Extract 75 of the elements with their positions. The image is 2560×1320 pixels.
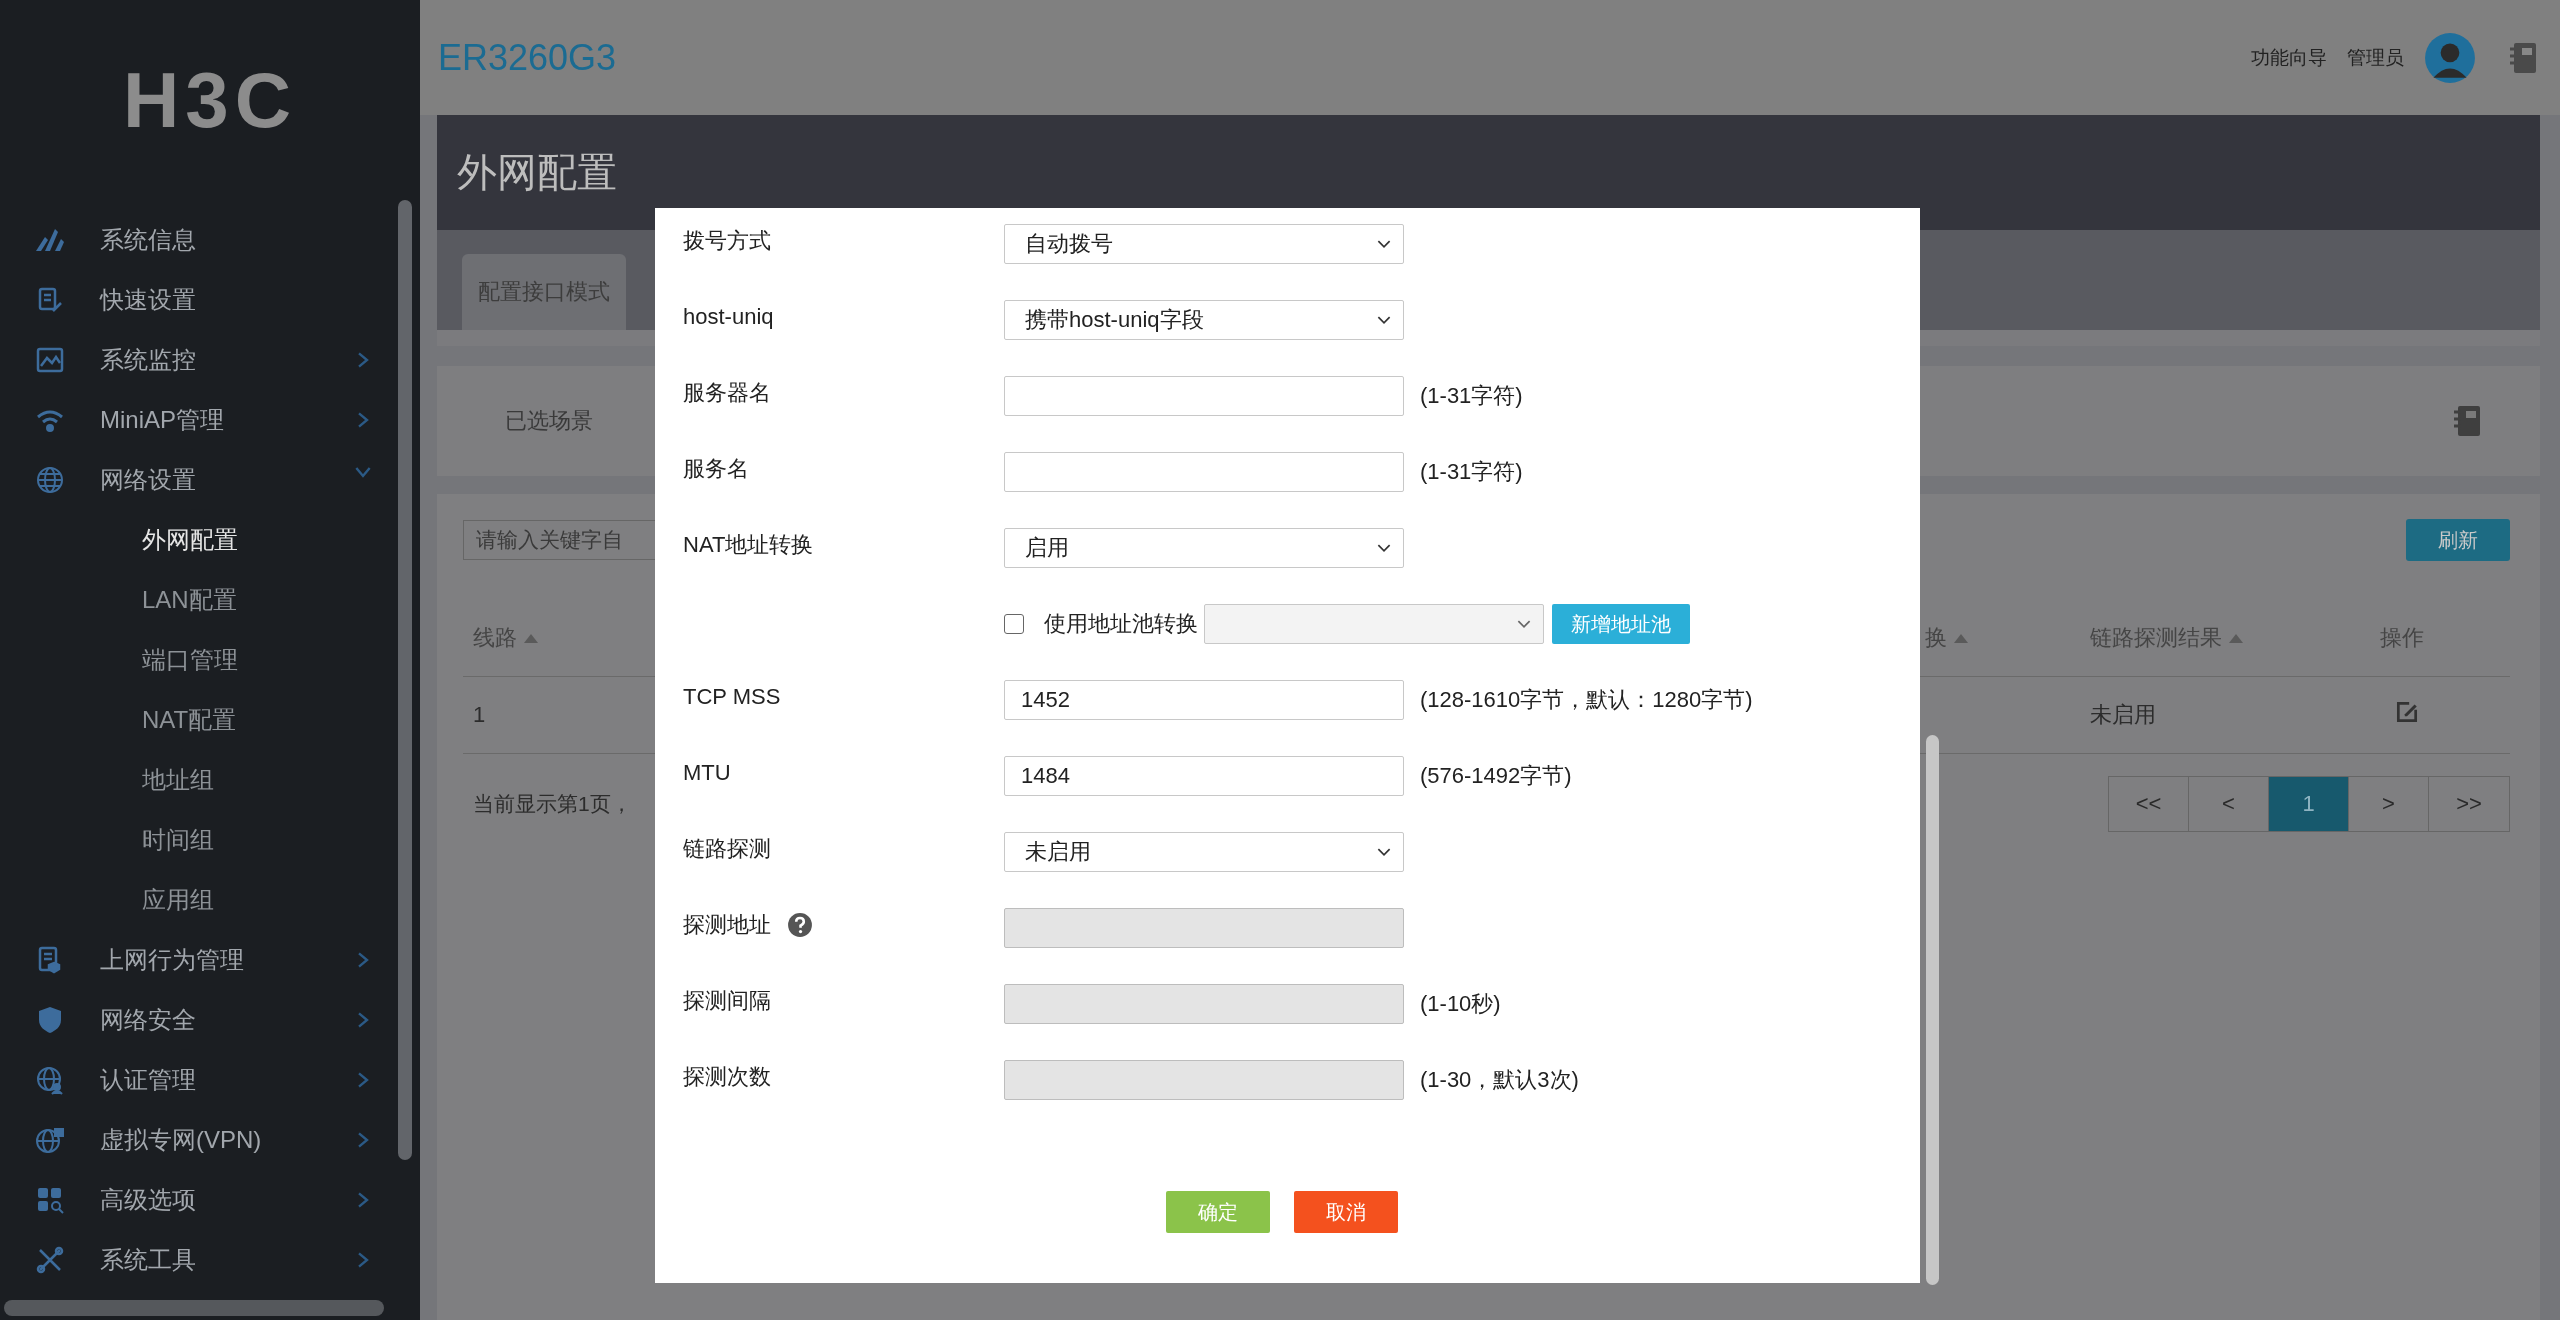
caret-icon [1517,619,1531,629]
menu-item[interactable]: 系统监控 [0,330,390,390]
input-field[interactable] [1004,376,1404,416]
product-title: ER3260G3 [438,36,617,79]
dropdown[interactable]: 自动拨号 [1004,224,1404,264]
field-label: 探测间隔 [683,987,771,1015]
cancel-button[interactable]: 取消 [1293,1191,1398,1233]
menu-item[interactable]: 系统工具 [0,1230,390,1290]
menu-item[interactable]: 快速设置 [0,270,390,330]
page-info: 当前显示第1页， [473,791,632,817]
notebook-icon[interactable] [2508,40,2538,75]
scrollbar[interactable] [398,200,412,1160]
scrollbar[interactable] [1926,735,1939,1285]
globe-icon [35,465,65,495]
caret-icon [1377,543,1391,553]
field-label: TCP MSS [683,684,781,710]
menu-item[interactable]: 高级选项 [0,1170,390,1230]
menu-item[interactable]: 网络安全 [0,990,390,1050]
input-field[interactable]: 1484 [1004,756,1404,796]
field-hint: (576-1492字节) [1420,762,1573,790]
submenu-item[interactable]: 应用组 [0,870,390,930]
submenu-item[interactable]: 端口管理 [0,630,390,690]
field-label: 拨号方式 [683,227,771,255]
field-label: host-uniq [683,304,774,330]
scrollbar[interactable] [4,1300,384,1316]
globelock-icon [35,1125,65,1155]
monitor-icon [35,345,65,375]
menu-item[interactable]: 虚拟专网(VPN) [0,1110,390,1170]
field-hint: (1-10秒) [1420,990,1502,1018]
menu-item[interactable]: 系统信息 [0,210,390,270]
refresh-button[interactable]: 刷新 [2406,519,2510,561]
tools-icon [35,1245,65,1275]
menu-item[interactable]: MiniAP管理 [0,390,390,450]
input-field[interactable]: 1452 [1004,680,1404,720]
caret-icon [1377,315,1391,325]
submenu-item[interactable]: 时间组 [0,810,390,870]
sort-icon[interactable] [2228,632,2244,644]
field-hint: (128-1610字节，默认：1280字节) [1420,686,1754,714]
menu-item[interactable]: 认证管理 [0,1050,390,1110]
submenu-item[interactable]: 外网配置 [0,510,390,570]
scene-label: 已选场景 [505,407,593,435]
menu-item[interactable]: 上网行为管理 [0,930,390,990]
submenu-item[interactable]: NAT配置 [0,690,390,750]
globeuser-icon [35,1065,65,1095]
field-hint: (1-31字符) [1420,458,1524,486]
caret-icon [1377,239,1391,249]
field-label: MTU [683,760,731,786]
dropdown[interactable]: 携带host-uniq字段 [1004,300,1404,340]
caret-icon [1377,847,1391,857]
submenu-item[interactable]: 地址组 [0,750,390,810]
edit-icon[interactable] [2394,699,2420,725]
field-label: 服务名 [683,455,749,483]
field-label: 探测地址 [683,911,771,939]
field-label: 探测次数 [683,1063,771,1091]
menu-item[interactable]: 网络设置 [0,450,390,510]
field-label: 服务器名 [683,379,771,407]
field-hint: (1-30，默认3次) [1420,1066,1580,1094]
input-field[interactable] [1004,452,1404,492]
page-button[interactable]: 1 [2269,777,2349,831]
submenu-item[interactable]: LAN配置 [0,570,390,630]
header-link[interactable]: 管理员 [2347,44,2404,71]
table-cell: 未启用 [2090,702,2156,727]
table-cell: 1 [473,702,486,727]
logo: H3C [121,54,298,146]
header-link[interactable]: 功能向导 [2251,44,2327,71]
avatar[interactable] [2424,31,2476,84]
sort-icon[interactable] [1953,632,1969,644]
field-hint: (1-31字符) [1420,382,1524,410]
dropdown[interactable]: 未启用 [1004,832,1404,872]
notebook-icon[interactable] [2452,404,2482,438]
field-label: 链路探测 [683,835,771,863]
gridsearch-icon [35,1185,65,1215]
sort-icon[interactable] [523,632,539,644]
dropdown[interactable]: 启用 [1004,528,1404,568]
page-title: 外网配置 [457,149,617,196]
